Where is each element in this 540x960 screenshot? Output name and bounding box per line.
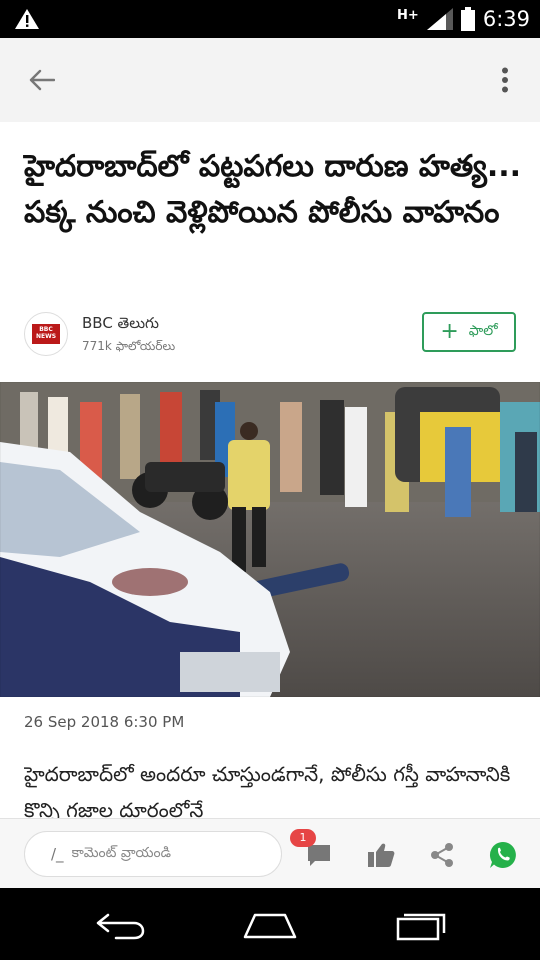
source-name[interactable]: BBC తెలుగు — [82, 314, 159, 336]
system-nav-bar — [0, 888, 540, 960]
pencil-icon: /_ — [51, 845, 64, 863]
comment-count-badge: 1 — [290, 829, 316, 847]
article-body: హైదరాబాద్‌లో అందరూ చూస్తుండగానే, పోలీసు … — [24, 762, 511, 818]
share-button[interactable] — [425, 839, 459, 871]
follow-button[interactable]: + ఫాలో — [422, 312, 516, 352]
action-bar: /_ కామెంట్ వ్రాయండి 1 — [0, 818, 540, 888]
share-icon — [431, 843, 453, 867]
thumb-up-icon — [368, 843, 395, 867]
whatsapp-share-button[interactable] — [486, 839, 520, 871]
network-type: H+ — [397, 7, 419, 23]
status-bar: H+ 6:39 — [0, 0, 540, 38]
clock: 6:39 — [482, 7, 530, 31]
nav-recents-icon — [396, 913, 446, 941]
warning-icon — [15, 9, 39, 29]
plus-icon: + — [440, 319, 459, 344]
like-button[interactable] — [364, 839, 398, 871]
comment-placeholder: కామెంట్ వ్రాయండి — [71, 844, 172, 861]
publish-date: 26 Sep 2018 6:30 PM — [24, 713, 185, 731]
signal-icon — [426, 8, 453, 30]
bbc-news-logo: BBC NEWS — [32, 324, 60, 344]
source-followers: 771k ఫాలోయర్‌లు — [82, 339, 176, 353]
nav-back-button[interactable] — [90, 908, 150, 944]
follow-label: ఫాలో — [468, 322, 498, 339]
source-avatar[interactable]: BBC NEWS — [24, 312, 68, 356]
more-options-button[interactable] — [490, 62, 520, 98]
nav-back-icon — [96, 913, 145, 940]
battery-icon — [460, 7, 475, 31]
comment-input[interactable]: /_ కామెంట్ వ్రాయండి — [24, 831, 282, 877]
article-photo[interactable] — [0, 382, 540, 697]
app-bar — [0, 38, 540, 122]
article-headline: హైదరాబాద్‌లో పట్టపగలు దారుణ హత్య... పక్క… — [24, 149, 522, 230]
whatsapp-icon — [489, 841, 516, 868]
nav-home-button[interactable] — [240, 908, 300, 944]
street-scene-image — [0, 382, 540, 697]
nav-recents-button[interactable] — [392, 908, 452, 944]
more-vert-icon — [502, 67, 508, 93]
back-button[interactable] — [22, 62, 62, 98]
arrow-back-icon — [29, 69, 55, 91]
nav-home-icon — [243, 913, 297, 939]
